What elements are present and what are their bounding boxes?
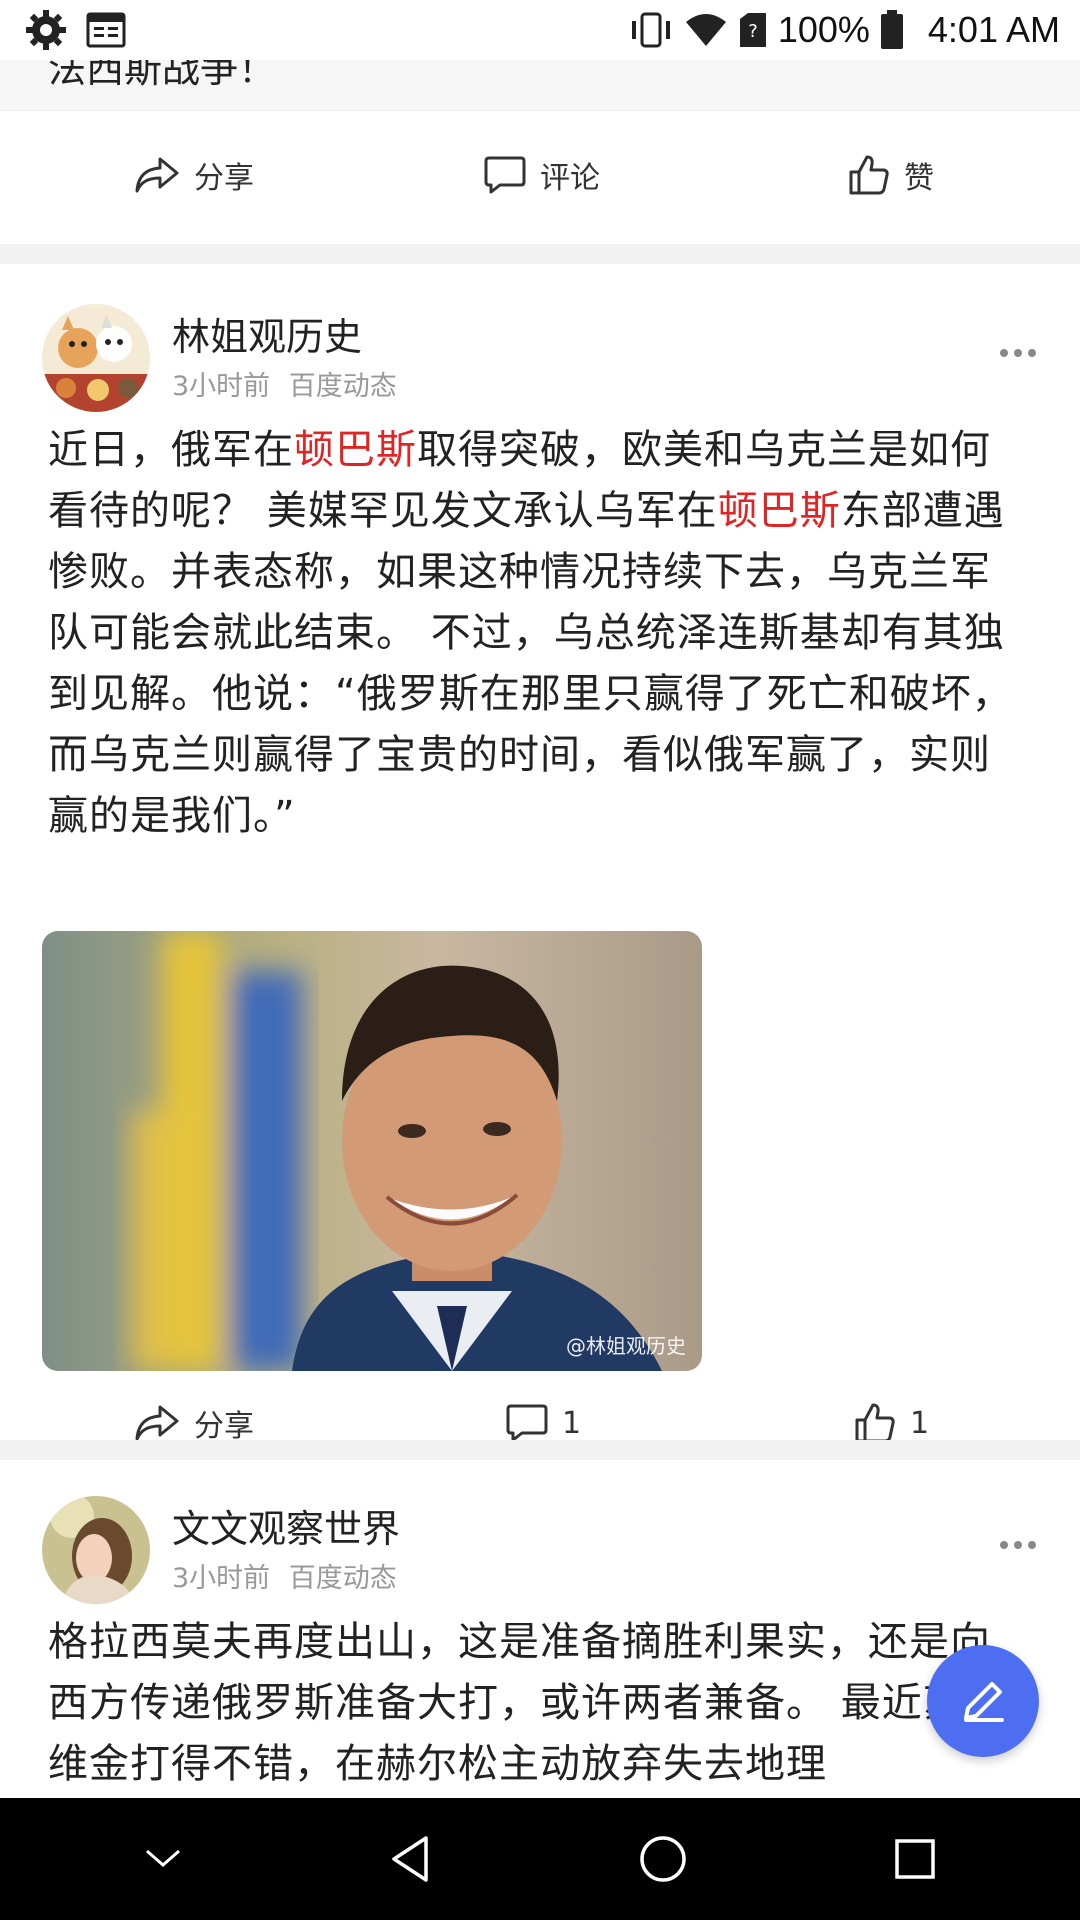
post-card[interactable]: 林姐观历史 3小时前 百度动态 近日，俄军在顿巴斯取得突破，欧美和乌克兰是如何看… (0, 264, 1080, 1474)
post-meta: 3小时前 百度动态 (172, 1556, 397, 1595)
previous-post-text: 法西斯战争！ (0, 60, 1080, 110)
body-text: 东部遭遇惨败。并表态称，如果这种情况持续下去，乌克兰军队可能会就此结束。 不过，… (48, 488, 1013, 839)
back-icon[interactable] (388, 1834, 432, 1884)
author-name[interactable]: 林姐观历史 (172, 306, 362, 361)
avatar[interactable] (42, 304, 150, 412)
sim-unknown-icon: ? (739, 13, 766, 47)
svg-text:?: ? (748, 21, 758, 42)
comment-label: 评论 (540, 161, 600, 196)
post-body[interactable]: 近日，俄军在顿巴斯取得突破，欧美和乌克兰是如何看待的呢？ 美媒罕见发文承认乌军在… (48, 420, 1028, 847)
feed[interactable]: 法西斯战争！ 分享 评论 赞 林姐观历史 3小时前 百度动态 近日，俄军在顿巴斯… (0, 60, 1080, 1798)
author-name[interactable]: 文文观察世界 (172, 1498, 400, 1553)
more-dot (1000, 1541, 1008, 1549)
pencil-icon (964, 1682, 1004, 1722)
chevron-down-icon[interactable] (143, 1847, 183, 1871)
like-count: 1 (910, 1405, 930, 1441)
post-card[interactable]: 文文观察世界 3小时前 百度动态 格拉西莫夫再度出山，这是准备摘胜利果实，还是向… (0, 1460, 1080, 1798)
share-label: 分享 (194, 161, 254, 196)
gear-icon (26, 10, 66, 50)
avatar[interactable] (42, 1496, 150, 1604)
share-icon (135, 1405, 179, 1441)
share-label: 分享 (194, 1409, 254, 1444)
navigation-bar (0, 1798, 1080, 1920)
comment-button[interactable]: 评论 (484, 110, 600, 240)
wifi-icon (685, 14, 726, 46)
more-dot (1028, 349, 1036, 357)
thumbs-up-icon (855, 1403, 895, 1443)
comment-icon (506, 1404, 548, 1442)
clock: 4:01 AM (927, 9, 1060, 50)
post-separator (0, 1440, 1080, 1460)
image-watermark: @林姐观历史 (566, 1334, 686, 1358)
more-options-button[interactable] (1000, 349, 1036, 359)
like-label: 赞 (904, 161, 934, 196)
post-body[interactable]: 格拉西莫夫再度出山，这是准备摘胜利果实，还是向西方传递俄罗斯准备大打，或许两者兼… (48, 1612, 1028, 1795)
post-time: 3小时前 (172, 1563, 271, 1594)
more-dot (1014, 349, 1022, 357)
more-dot (1000, 349, 1008, 357)
more-dot (1014, 1541, 1022, 1549)
compose-button[interactable] (927, 1645, 1039, 1757)
home-icon[interactable] (638, 1834, 688, 1884)
post-image[interactable]: @林姐观历史 (42, 931, 702, 1371)
post-time: 3小时前 (172, 371, 271, 402)
keyword-link[interactable]: 顿巴斯 (294, 427, 417, 473)
comment-icon (484, 156, 526, 194)
more-dot (1028, 1541, 1036, 1549)
post-source: 百度动态 (288, 371, 397, 402)
status-bar: ? 100% 4:01 AM (0, 0, 1080, 60)
share-icon (135, 157, 179, 193)
battery-percent: 100% (777, 9, 870, 50)
post-meta: 3小时前 百度动态 (172, 364, 397, 403)
thumbs-up-icon (849, 155, 889, 195)
more-options-button[interactable] (1000, 1541, 1036, 1551)
keyword-link[interactable]: 顿巴斯 (718, 488, 841, 534)
share-button[interactable]: 分享 (134, 110, 254, 240)
body-text: 近日，俄军在 (48, 427, 294, 473)
previous-post-tail: 法西斯战争！ (48, 60, 277, 91)
post-separator (0, 244, 1080, 264)
vibrate-icon (631, 12, 670, 48)
like-button[interactable]: 赞 (848, 110, 934, 240)
previous-post-actions: 分享 评论 赞 (0, 110, 1080, 240)
comment-count: 1 (562, 1405, 582, 1441)
battery-icon (880, 10, 903, 49)
news-icon (86, 12, 126, 48)
recents-icon[interactable] (893, 1837, 937, 1881)
post-source: 百度动态 (288, 1563, 397, 1594)
